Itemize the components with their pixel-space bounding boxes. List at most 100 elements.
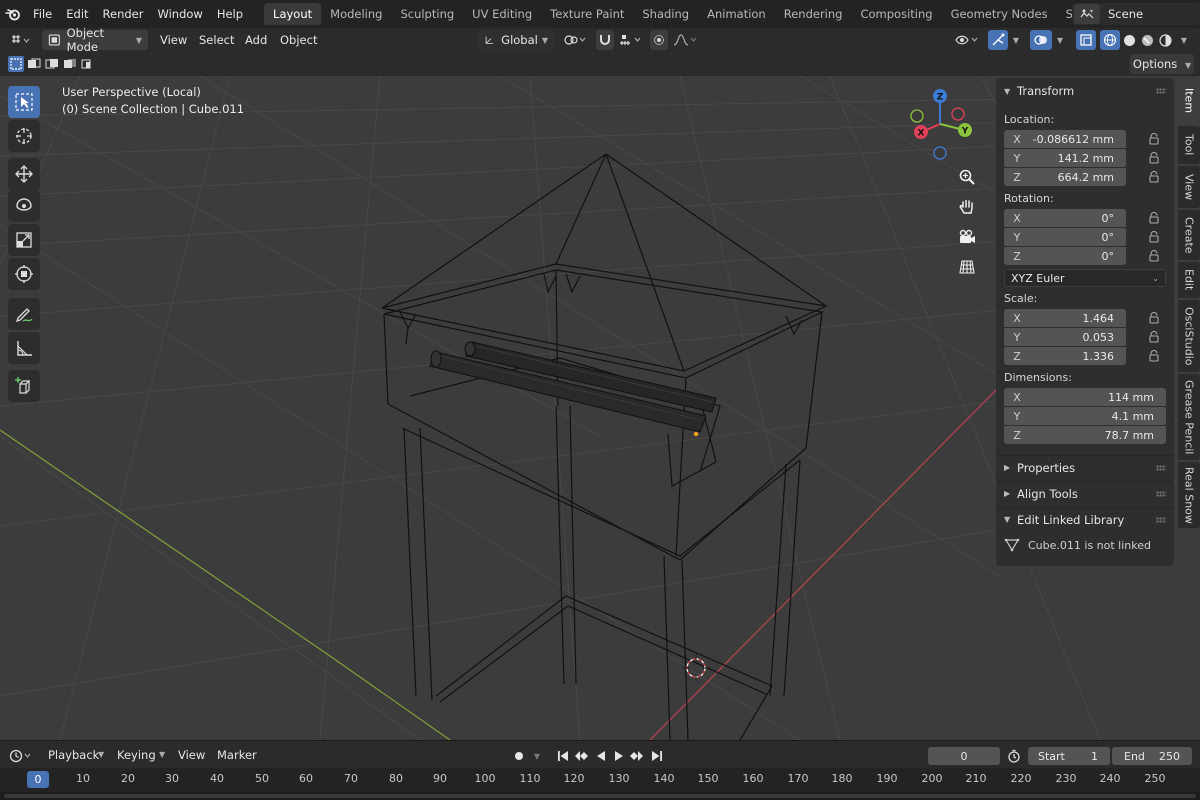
blender-logo-icon[interactable] xyxy=(0,0,26,28)
snap-target-button[interactable] xyxy=(616,30,646,50)
tab-texture-paint[interactable]: Texture Paint xyxy=(541,3,633,25)
dimension-y-field[interactable]: Y 4.1 mm xyxy=(1004,407,1166,425)
falloff-button[interactable] xyxy=(670,30,700,50)
drag-grip-icon[interactable] xyxy=(1156,517,1166,523)
cursor-tool[interactable] xyxy=(8,120,40,152)
orientation-dropdown[interactable]: Global ▼ xyxy=(478,30,554,50)
prev-keyframe-button[interactable] xyxy=(572,747,590,765)
proportional-editing-toggle[interactable] xyxy=(650,30,668,50)
scrollbar-thumb[interactable] xyxy=(4,794,1196,798)
menu-help[interactable]: Help xyxy=(210,0,250,28)
tab-animation[interactable]: Animation xyxy=(698,3,775,25)
lock-icon[interactable] xyxy=(1148,212,1160,224)
menu-playback[interactable]: Playback xyxy=(48,741,99,769)
keying-dropdown[interactable]: ▼ xyxy=(528,747,546,765)
jump-end-button[interactable] xyxy=(648,747,666,765)
edit-linked-library-header[interactable]: ▼ Edit Linked Library xyxy=(996,507,1174,531)
transform-tool[interactable] xyxy=(8,258,40,290)
tab-view[interactable]: View xyxy=(1178,166,1200,208)
tab-real-snow[interactable]: Real Snow xyxy=(1178,462,1200,528)
menu-keying[interactable]: Keying xyxy=(117,741,156,769)
menu-object[interactable]: Object xyxy=(280,30,317,50)
play-button[interactable] xyxy=(610,747,628,765)
tab-layout[interactable]: Layout xyxy=(264,3,322,25)
location-z-field[interactable]: Z 664.2 mm xyxy=(1004,168,1126,186)
end-frame-field[interactable]: End 250 xyxy=(1112,747,1192,765)
select-new-mode[interactable] xyxy=(8,56,24,72)
select-subtract-mode[interactable] xyxy=(44,56,60,72)
shading-solid[interactable] xyxy=(1120,30,1138,50)
overlays-toggle[interactable] xyxy=(1030,30,1052,50)
lock-icon[interactable] xyxy=(1148,171,1160,183)
start-frame-field[interactable]: Start 1 xyxy=(1028,747,1110,765)
scene-selector[interactable]: ▾ Scene xyxy=(1072,3,1200,25)
menu-file[interactable]: File xyxy=(26,0,59,28)
menu-view[interactable]: View xyxy=(160,30,187,50)
select-difference-mode[interactable] xyxy=(62,56,78,72)
gizmo-dropdown[interactable]: ▼ xyxy=(1008,30,1024,50)
tab-oscistudio[interactable]: OsciStudio xyxy=(1178,300,1200,372)
align-tools-panel-header[interactable]: ▶ Align Tools xyxy=(996,481,1174,505)
scale-x-field[interactable]: X 1.464 xyxy=(1004,309,1126,327)
drag-grip-icon[interactable] xyxy=(1156,88,1166,94)
menu-marker[interactable]: Marker xyxy=(217,741,257,769)
location-x-field[interactable]: X -0.086612 mm xyxy=(1004,130,1126,148)
shading-rendered[interactable] xyxy=(1156,30,1174,50)
gizmo-toggle[interactable] xyxy=(988,30,1008,50)
lock-icon[interactable] xyxy=(1148,152,1160,164)
play-reverse-button[interactable] xyxy=(592,747,610,765)
dimension-x-field[interactable]: X 114 mm xyxy=(1004,388,1166,406)
next-keyframe-button[interactable] xyxy=(628,747,646,765)
xray-toggle[interactable] xyxy=(1076,30,1096,50)
tab-uv-editing[interactable]: UV Editing xyxy=(463,3,541,25)
lock-icon[interactable] xyxy=(1148,231,1160,243)
snap-toggle[interactable] xyxy=(596,30,614,50)
lock-icon[interactable] xyxy=(1148,250,1160,262)
visibility-button[interactable] xyxy=(952,30,982,50)
tab-shading[interactable]: Shading xyxy=(633,3,698,25)
select-intersect-mode[interactable] xyxy=(80,56,96,72)
properties-panel-header[interactable]: ▶ Properties xyxy=(996,455,1174,479)
measure-tool[interactable] xyxy=(8,332,40,364)
mode-dropdown[interactable]: Object Mode ▼ xyxy=(42,26,148,54)
rotate-tool[interactable] xyxy=(8,190,40,222)
camera-view-button[interactable] xyxy=(954,224,980,250)
auto-keying-button[interactable] xyxy=(510,747,528,765)
add-cube-tool[interactable] xyxy=(8,370,40,402)
lock-icon[interactable] xyxy=(1148,331,1160,343)
tab-item[interactable]: Item xyxy=(1178,78,1200,124)
rotation-mode-dropdown[interactable]: XYZ Euler ⌄ xyxy=(1004,269,1166,287)
scale-tool[interactable] xyxy=(8,224,40,256)
zoom-button[interactable] xyxy=(954,164,980,190)
dimension-z-field[interactable]: Z 78.7 mm xyxy=(1004,426,1166,444)
tab-rendering[interactable]: Rendering xyxy=(775,3,852,25)
shading-material[interactable] xyxy=(1138,30,1156,50)
use-preview-range-button[interactable] xyxy=(1005,747,1023,765)
move-tool[interactable] xyxy=(8,158,40,190)
menu-add[interactable]: Add xyxy=(245,30,267,50)
overlays-dropdown[interactable]: ▼ xyxy=(1052,30,1068,50)
select-box-tool[interactable] xyxy=(8,86,40,118)
rotation-z-field[interactable]: Z 0° xyxy=(1004,247,1126,265)
pivot-point-button[interactable] xyxy=(560,30,590,50)
shading-dropdown[interactable]: ▼ xyxy=(1176,30,1192,50)
menu-select[interactable]: Select xyxy=(199,30,234,50)
menu-render[interactable]: Render xyxy=(96,0,151,28)
ortho-toggle-button[interactable] xyxy=(954,254,980,280)
rotation-y-field[interactable]: Y 0° xyxy=(1004,228,1126,246)
lock-icon[interactable] xyxy=(1148,133,1160,145)
tab-modeling[interactable]: Modeling xyxy=(321,3,391,25)
tab-edit[interactable]: Edit xyxy=(1178,262,1200,298)
annotate-tool[interactable] xyxy=(8,298,40,330)
tab-compositing[interactable]: Compositing xyxy=(851,3,941,25)
tab-sculpting[interactable]: Sculpting xyxy=(391,3,463,25)
rotation-x-field[interactable]: X 0° xyxy=(1004,209,1126,227)
scale-z-field[interactable]: Z 1.336 xyxy=(1004,347,1126,365)
menu-edit[interactable]: Edit xyxy=(59,0,95,28)
navigation-gizmo[interactable]: Z X Y xyxy=(904,84,978,164)
lock-icon[interactable] xyxy=(1148,350,1160,362)
pan-button[interactable] xyxy=(954,194,980,220)
select-extend-mode[interactable] xyxy=(26,56,42,72)
drag-grip-icon[interactable] xyxy=(1156,465,1166,471)
scale-y-field[interactable]: Y 0.053 xyxy=(1004,328,1126,346)
